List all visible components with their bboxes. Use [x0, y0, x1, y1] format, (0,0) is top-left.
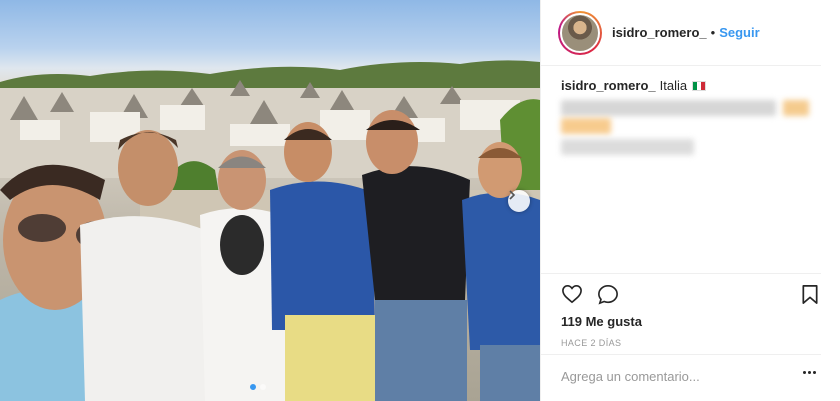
caption-blurred-emoji	[561, 118, 611, 134]
post-actions: 119 Me gusta HACE 2 DÍAS	[541, 273, 821, 363]
italy-flag-icon	[692, 80, 707, 91]
post-timestamp[interactable]: HACE 2 DÍAS	[561, 338, 621, 348]
next-slide-button[interactable]	[508, 190, 530, 212]
carousel-indicator	[250, 384, 266, 390]
post-sidebar: isidro_romero_ • Seguir isidro_romero_ I…	[540, 0, 840, 401]
carousel-dot	[260, 384, 266, 390]
post-header: isidro_romero_ • Seguir	[541, 0, 821, 66]
likes-count[interactable]: 119 Me gusta	[561, 314, 642, 329]
post-caption: isidro_romero_ Italia	[561, 78, 823, 93]
bookmark-icon[interactable]	[801, 284, 819, 310]
heart-icon[interactable]	[561, 284, 583, 309]
comment-bar	[541, 354, 821, 401]
post-photo[interactable]	[0, 0, 540, 401]
caption-location: Italia	[659, 78, 688, 93]
comment-input[interactable]	[561, 369, 781, 384]
photo-scene	[0, 60, 540, 401]
username-link[interactable]: isidro_romero_	[612, 25, 707, 40]
caption-blurred-emoji	[783, 100, 809, 116]
caption-blurred-text	[561, 139, 694, 155]
caption-username[interactable]: isidro_romero_	[561, 78, 656, 93]
caption-blurred-text	[561, 100, 776, 116]
carousel-dot-active	[250, 384, 256, 390]
comment-bubble-icon[interactable]	[597, 284, 619, 310]
more-options-icon[interactable]	[803, 371, 816, 374]
separator-dot: •	[710, 25, 716, 40]
avatar[interactable]	[558, 10, 602, 55]
follow-button[interactable]: Seguir	[719, 25, 759, 40]
